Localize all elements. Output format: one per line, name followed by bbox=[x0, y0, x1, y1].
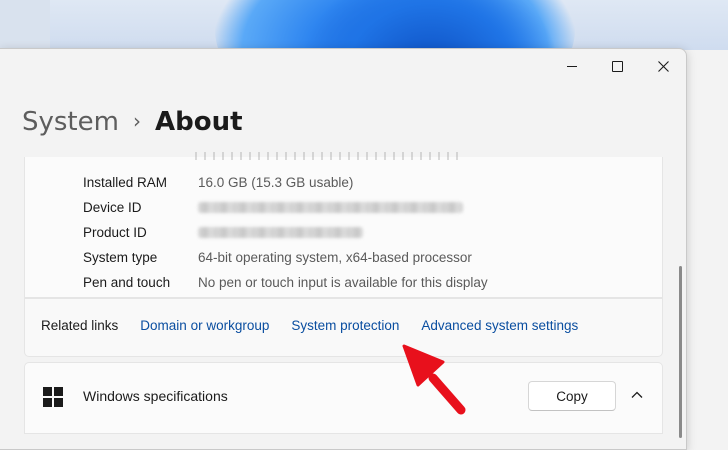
maximize-button[interactable] bbox=[594, 49, 640, 83]
related-links-row: Related links Domain or workgroup System… bbox=[41, 318, 600, 333]
related-links-title: Related links bbox=[41, 318, 119, 333]
system-protection-link[interactable]: System protection bbox=[291, 318, 399, 333]
redacted-device-id bbox=[198, 201, 463, 213]
windows-specifications-card[interactable]: Windows specifications Copy bbox=[24, 362, 663, 434]
scrollbar-thumb[interactable] bbox=[679, 266, 682, 438]
red-arrow-icon bbox=[402, 344, 466, 415]
spec-row-device-id: Device ID bbox=[83, 197, 463, 217]
chevron-up-icon[interactable] bbox=[629, 387, 645, 403]
wallpaper-bloom-inner bbox=[300, 0, 560, 50]
clipped-row-remnant bbox=[195, 152, 465, 160]
settings-window: System › About Installed RAM 16.0 GB (15… bbox=[0, 48, 687, 450]
advanced-system-settings-link[interactable]: Advanced system settings bbox=[421, 318, 578, 333]
spec-value: No pen or touch input is available for t… bbox=[198, 274, 488, 290]
minimize-icon bbox=[567, 65, 577, 67]
domain-workgroup-link[interactable]: Domain or workgroup bbox=[140, 318, 269, 333]
page-title: About bbox=[154, 107, 243, 137]
spec-value: 16.0 GB (15.3 GB usable) bbox=[198, 174, 354, 190]
maximize-icon bbox=[611, 60, 623, 72]
spec-label: Installed RAM bbox=[83, 174, 168, 190]
spec-label: Pen and touch bbox=[83, 274, 171, 290]
related-links-card: Related links Domain or workgroup System… bbox=[24, 298, 663, 357]
desktop-area bbox=[0, 0, 50, 50]
device-specifications-card: Installed RAM 16.0 GB (15.3 GB usable) D… bbox=[24, 152, 663, 298]
windows-specifications-title: Windows specifications bbox=[83, 388, 228, 404]
spec-row-installed-ram: Installed RAM 16.0 GB (15.3 GB usable) bbox=[83, 172, 353, 192]
breadcrumb-system[interactable]: System bbox=[22, 107, 119, 137]
desktop-wallpaper bbox=[0, 0, 728, 50]
spec-value: 64-bit operating system, x64-based proce… bbox=[198, 249, 472, 265]
copy-button[interactable]: Copy bbox=[528, 381, 616, 411]
spec-label: Product ID bbox=[83, 224, 147, 240]
minimize-button[interactable] bbox=[549, 49, 595, 83]
redacted-product-id bbox=[198, 226, 363, 238]
breadcrumb-separator: › bbox=[132, 109, 141, 133]
close-icon bbox=[657, 60, 669, 72]
windows-logo-icon bbox=[43, 387, 63, 407]
spec-label: Device ID bbox=[83, 199, 142, 215]
spec-label: System type bbox=[83, 249, 158, 265]
close-button[interactable] bbox=[640, 49, 686, 83]
spec-row-pen-touch: Pen and touch No pen or touch input is a… bbox=[83, 272, 488, 292]
spec-row-product-id: Product ID bbox=[83, 222, 363, 242]
breadcrumb: System › About bbox=[22, 107, 243, 137]
spec-row-system-type: System type 64-bit operating system, x64… bbox=[83, 247, 472, 267]
